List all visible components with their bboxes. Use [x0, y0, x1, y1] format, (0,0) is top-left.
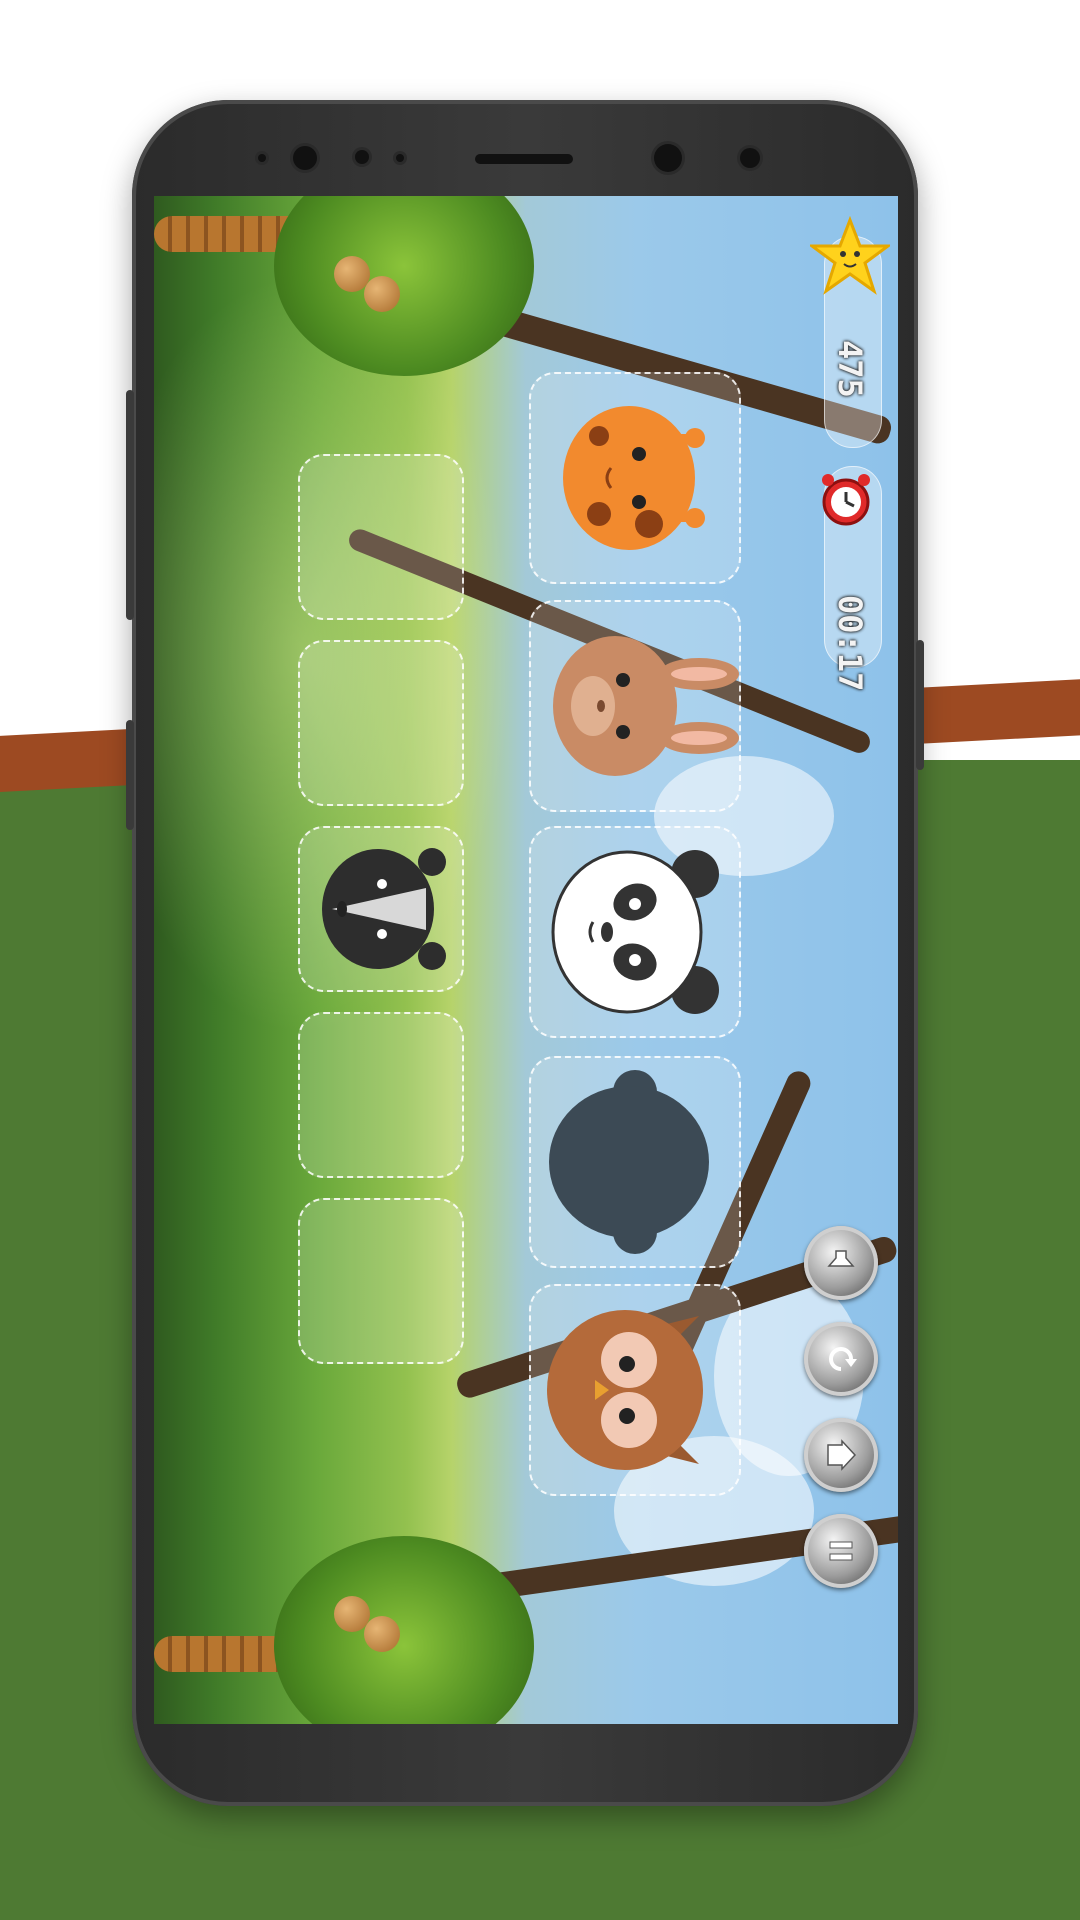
star-icon	[810, 216, 890, 295]
front-camera-icon	[293, 146, 317, 170]
answer-slot-1[interactable]	[298, 454, 464, 620]
answer-slot-3[interactable]	[298, 826, 464, 992]
volume-button	[126, 390, 134, 620]
score-value: 475	[831, 340, 869, 398]
sound-button[interactable]	[804, 1226, 878, 1300]
bixby-button	[126, 720, 134, 830]
game-screen: 475 00:17	[154, 196, 898, 1724]
power-button	[916, 640, 924, 770]
coconut	[364, 276, 400, 312]
animal-card-panda[interactable]	[529, 826, 741, 1038]
palm-leaves	[274, 196, 534, 376]
coconut	[364, 1616, 400, 1652]
restart-icon	[829, 1347, 857, 1371]
badger-icon	[322, 848, 446, 970]
animal-card-rabbit[interactable]	[529, 600, 741, 812]
sensor-icon-2	[355, 150, 369, 164]
restart-button[interactable]	[804, 1322, 878, 1396]
alarm-clock-icon	[822, 474, 870, 526]
iris-camera-icon	[654, 144, 682, 172]
answer-slot-5[interactable]	[298, 1198, 464, 1364]
animal-card-giraffe[interactable]	[529, 372, 741, 584]
owl-icon	[547, 1310, 703, 1470]
iris-sensor-icon	[740, 148, 760, 168]
giraffe-icon	[563, 406, 705, 550]
rabbit-icon	[553, 636, 739, 776]
answer-slot-2[interactable]	[298, 640, 464, 806]
pause-button[interactable]	[804, 1514, 878, 1588]
timer-value: 00:17	[831, 595, 869, 692]
home-icon	[827, 1439, 857, 1471]
earpiece-speaker	[475, 154, 573, 164]
sound-icon	[827, 1250, 855, 1267]
panda-icon	[551, 850, 719, 1014]
sensor-icon	[258, 154, 266, 162]
animal-card-monkey-silhouette[interactable]	[529, 1056, 741, 1268]
palm-leaves	[274, 1536, 534, 1724]
monkey-silhouette-icon	[549, 1070, 709, 1254]
answer-slot-4[interactable]	[298, 1012, 464, 1178]
pause-icon	[829, 1541, 853, 1561]
home-button[interactable]	[804, 1418, 878, 1492]
sensor-icon-3	[396, 154, 404, 162]
animal-card-owl[interactable]	[529, 1284, 741, 1496]
